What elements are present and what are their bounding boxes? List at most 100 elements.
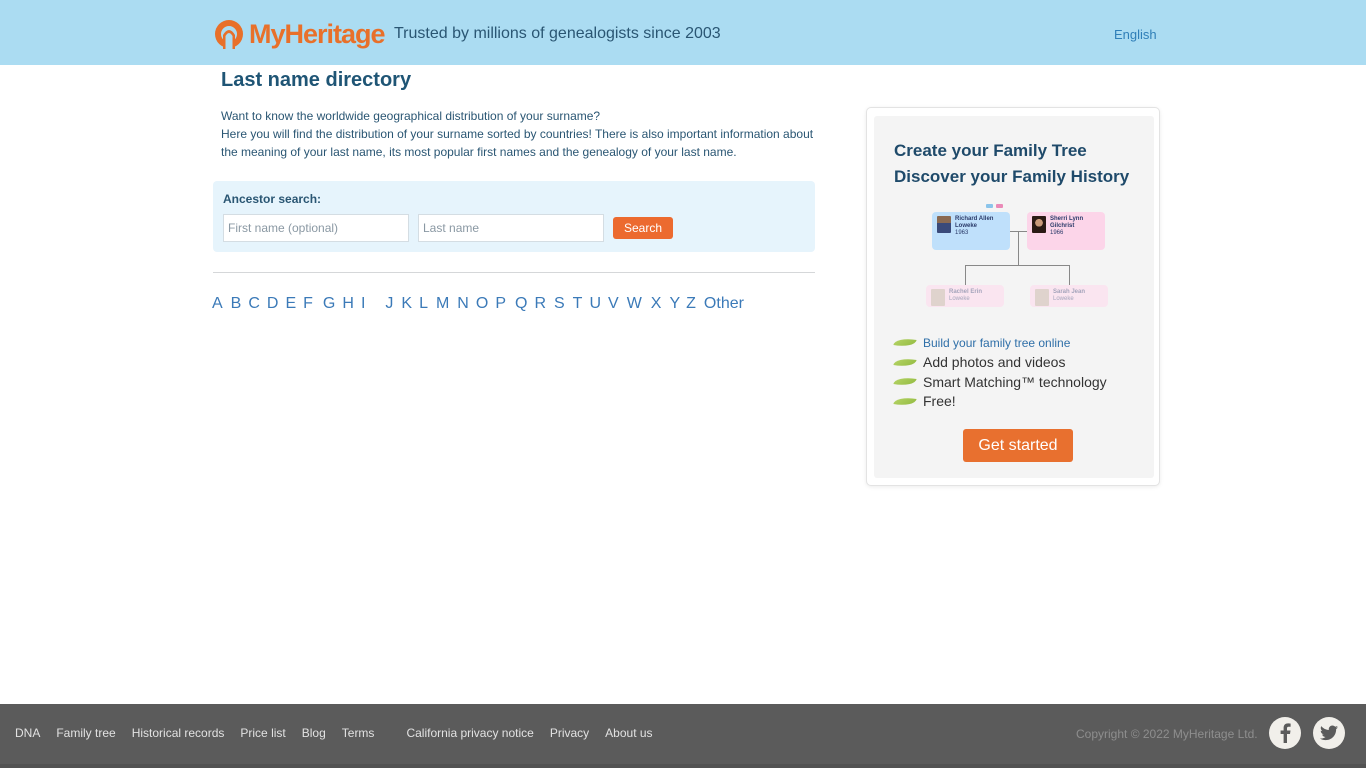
male-tag-icon bbox=[986, 204, 993, 208]
alphabet-link-r[interactable]: R bbox=[534, 295, 546, 313]
female-tag-icon bbox=[996, 204, 1003, 208]
alphabet-link-m[interactable]: M bbox=[436, 295, 449, 313]
family-tree-illustration: Richard Allen Loweke 1963 Sherri Lynn Gi… bbox=[926, 204, 1116, 314]
site-header: MyHeritage Trusted by millions of geneal… bbox=[0, 0, 1366, 65]
child2-name-1: Sarah Jean bbox=[1053, 289, 1086, 295]
descendant-connector bbox=[1018, 231, 1019, 265]
feature-list: Build your family tree online Add photos… bbox=[893, 333, 1107, 412]
tagline: Trusted by millions of genealogists sinc… bbox=[394, 25, 721, 42]
alphabet-link-y[interactable]: Y bbox=[669, 295, 680, 313]
feature-item: Free! bbox=[893, 392, 1107, 412]
alphabet-link-i[interactable]: I bbox=[361, 295, 365, 313]
family-tree-promo-card: Create your Family Tree Discover your Fa… bbox=[866, 107, 1160, 486]
father-name-2: Loweke bbox=[955, 223, 978, 229]
leaf-bullet-icon bbox=[893, 336, 917, 350]
tree-node-mother: Sherri Lynn Gilchrist 1966 bbox=[1027, 212, 1105, 250]
child2-connector bbox=[1069, 265, 1070, 285]
alphabet-link-c[interactable]: C bbox=[248, 295, 260, 313]
first-name-input[interactable] bbox=[223, 214, 409, 242]
leaf-bullet-icon bbox=[893, 355, 917, 369]
alphabet-link-h[interactable]: H bbox=[342, 295, 354, 313]
father-year: 1963 bbox=[955, 230, 969, 236]
tree-node-child-2: Sarah Jean Loweke bbox=[1030, 285, 1108, 307]
footer-bottom-strip bbox=[0, 764, 1366, 768]
alphabet-link-k[interactable]: K bbox=[401, 295, 412, 313]
intro-text: Want to know the worldwide geographical … bbox=[221, 107, 821, 161]
ancestor-search-label: Ancestor search: bbox=[223, 192, 322, 206]
alphabet-link-e[interactable]: E bbox=[285, 295, 296, 313]
footer-link-blog[interactable]: Blog bbox=[302, 726, 326, 740]
divider bbox=[213, 272, 815, 273]
alphabet-link-p[interactable]: P bbox=[495, 295, 506, 313]
search-button[interactable]: Search bbox=[613, 217, 673, 239]
footer-link-terms[interactable]: Terms bbox=[342, 726, 375, 740]
last-name-input[interactable] bbox=[418, 214, 604, 242]
intro-line-2: Here you will find the distribution of y… bbox=[221, 127, 814, 159]
page-title: Last name directory bbox=[221, 69, 412, 91]
promo-title-line-2: Discover your Family History bbox=[894, 167, 1130, 186]
ancestor-search-form: Ancestor search: Search bbox=[213, 181, 815, 252]
footer-link-california-privacy[interactable]: California privacy notice bbox=[406, 726, 533, 740]
twitter-icon bbox=[1320, 725, 1338, 741]
alphabet-link-w[interactable]: W bbox=[627, 295, 642, 313]
alphabet-link-z[interactable]: Z bbox=[686, 295, 696, 313]
leaf-bullet-icon bbox=[893, 394, 917, 408]
mother-name-1: Sherri Lynn bbox=[1050, 216, 1084, 222]
footer-link-historical-records[interactable]: Historical records bbox=[132, 726, 225, 740]
alphabet-link-t[interactable]: T bbox=[573, 295, 583, 313]
alphabet-nav: A B C D E F G H I J K L M N O P Q R S T U V W X Y Z Other bbox=[212, 295, 744, 313]
sibling-connector bbox=[965, 265, 1069, 266]
footer-link-family-tree[interactable]: Family tree bbox=[56, 726, 115, 740]
twitter-button[interactable] bbox=[1313, 717, 1345, 749]
alphabet-link-o[interactable]: O bbox=[476, 295, 488, 313]
alphabet-link-a[interactable]: A bbox=[212, 295, 223, 313]
alphabet-link-u[interactable]: U bbox=[589, 295, 601, 313]
language-selector[interactable]: English bbox=[1114, 27, 1157, 42]
mother-photo-icon bbox=[1032, 216, 1046, 233]
alphabet-link-other[interactable]: Other bbox=[704, 295, 744, 313]
feature-text: Free! bbox=[923, 393, 956, 410]
child1-connector bbox=[965, 265, 966, 285]
alphabet-link-l[interactable]: L bbox=[419, 295, 428, 313]
feature-item: Smart Matching™ technology bbox=[893, 372, 1107, 392]
alphabet-link-v[interactable]: V bbox=[608, 295, 619, 313]
feature-item: Add photos and videos bbox=[893, 353, 1107, 373]
intro-line-1: Want to know the worldwide geographical … bbox=[221, 109, 601, 123]
alphabet-link-b[interactable]: B bbox=[231, 295, 242, 313]
mother-name-2: Gilchrist bbox=[1050, 223, 1075, 229]
logo-text: MyHeritage bbox=[249, 19, 386, 49]
footer-link-about-us[interactable]: About us bbox=[605, 726, 652, 740]
alphabet-link-f[interactable]: F bbox=[303, 295, 313, 313]
footer-links: DNA Family tree Historical records Price… bbox=[15, 726, 669, 740]
alphabet-link-j[interactable]: J bbox=[385, 295, 393, 313]
footer-link-price-list[interactable]: Price list bbox=[240, 726, 285, 740]
alphabet-link-n[interactable]: N bbox=[457, 295, 469, 313]
child2-name-2: Loweke bbox=[1053, 296, 1074, 302]
alphabet-link-s[interactable]: S bbox=[554, 295, 565, 313]
site-footer: DNA Family tree Historical records Price… bbox=[0, 704, 1366, 768]
promo-inner: Create your Family Tree Discover your Fa… bbox=[874, 116, 1154, 478]
child2-photo-icon bbox=[1035, 289, 1049, 306]
footer-link-privacy[interactable]: Privacy bbox=[550, 726, 589, 740]
alphabet-link-g[interactable]: G bbox=[323, 295, 335, 313]
child1-name-2: Loweke bbox=[949, 296, 970, 302]
get-started-button[interactable]: Get started bbox=[963, 429, 1073, 462]
facebook-button[interactable] bbox=[1269, 717, 1301, 749]
tree-node-father: Richard Allen Loweke 1963 bbox=[932, 212, 1010, 250]
footer-link-dna[interactable]: DNA bbox=[15, 726, 40, 740]
myheritage-logo[interactable]: MyHeritage bbox=[212, 19, 386, 49]
alphabet-link-x[interactable]: X bbox=[651, 295, 662, 313]
mother-year: 1966 bbox=[1050, 230, 1064, 236]
feature-text: Add photos and videos bbox=[923, 354, 1066, 371]
promo-title-line-1: Create your Family Tree bbox=[894, 141, 1087, 160]
father-photo-icon bbox=[937, 216, 951, 233]
alphabet-link-q[interactable]: Q bbox=[515, 295, 527, 313]
myheritage-logo-icon bbox=[212, 19, 246, 49]
feature-text: Smart Matching™ technology bbox=[923, 373, 1107, 390]
feature-item[interactable]: Build your family tree online bbox=[893, 333, 1107, 353]
child1-photo-icon bbox=[931, 289, 945, 306]
tree-node-child-1: Rachel Erin Loweke bbox=[926, 285, 1004, 307]
feature-text: Build your family tree online bbox=[923, 335, 1071, 350]
leaf-bullet-icon bbox=[893, 375, 917, 389]
alphabet-link-d[interactable]: D bbox=[267, 295, 279, 313]
